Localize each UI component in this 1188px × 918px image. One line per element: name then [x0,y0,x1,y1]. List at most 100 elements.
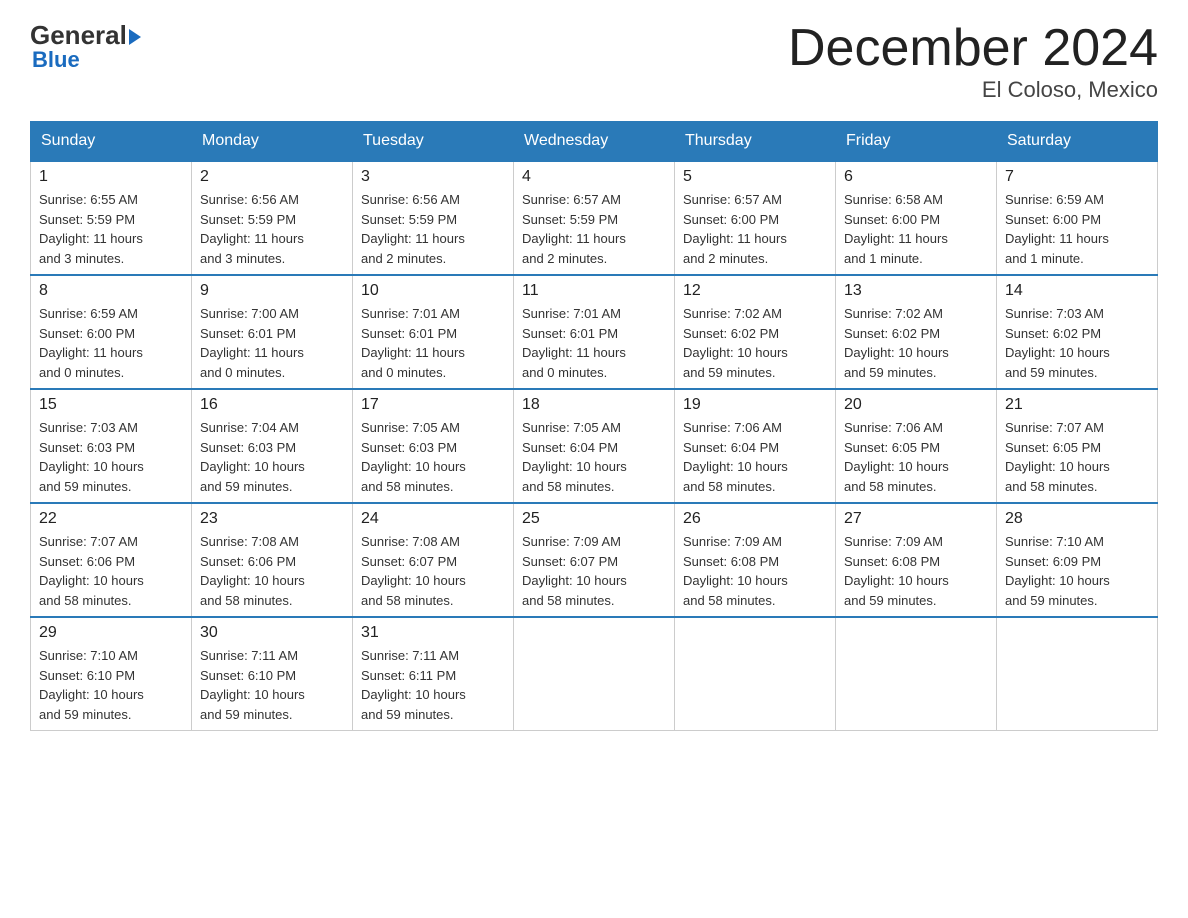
day-number: 13 [844,282,988,300]
calendar-cell [514,617,675,731]
day-info: Sunrise: 7:01 AMSunset: 6:01 PMDaylight:… [361,304,505,382]
day-number: 19 [683,396,827,414]
day-info: Sunrise: 7:09 AMSunset: 6:08 PMDaylight:… [844,532,988,610]
week-row-1: 1 Sunrise: 6:55 AMSunset: 5:59 PMDayligh… [31,161,1158,275]
page-header: General Blue December 2024 El Coloso, Me… [30,20,1158,103]
calendar-cell: 5 Sunrise: 6:57 AMSunset: 6:00 PMDayligh… [675,161,836,275]
logo-blue-text: Blue [32,47,80,73]
calendar-cell: 6 Sunrise: 6:58 AMSunset: 6:00 PMDayligh… [836,161,997,275]
calendar-cell: 24 Sunrise: 7:08 AMSunset: 6:07 PMDaylig… [353,503,514,617]
day-info: Sunrise: 7:11 AMSunset: 6:11 PMDaylight:… [361,646,505,724]
day-number: 8 [39,282,183,300]
day-info: Sunrise: 7:03 AMSunset: 6:02 PMDaylight:… [1005,304,1149,382]
calendar-cell [997,617,1158,731]
col-tuesday: Tuesday [353,122,514,162]
day-info: Sunrise: 7:09 AMSunset: 6:08 PMDaylight:… [683,532,827,610]
day-info: Sunrise: 7:07 AMSunset: 6:05 PMDaylight:… [1005,418,1149,496]
col-sunday: Sunday [31,122,192,162]
day-info: Sunrise: 7:11 AMSunset: 6:10 PMDaylight:… [200,646,344,724]
day-number: 11 [522,282,666,300]
calendar-cell: 16 Sunrise: 7:04 AMSunset: 6:03 PMDaylig… [192,389,353,503]
calendar-cell: 12 Sunrise: 7:02 AMSunset: 6:02 PMDaylig… [675,275,836,389]
day-number: 18 [522,396,666,414]
calendar-cell: 14 Sunrise: 7:03 AMSunset: 6:02 PMDaylig… [997,275,1158,389]
day-number: 22 [39,510,183,528]
col-wednesday: Wednesday [514,122,675,162]
day-info: Sunrise: 7:08 AMSunset: 6:07 PMDaylight:… [361,532,505,610]
calendar-cell: 29 Sunrise: 7:10 AMSunset: 6:10 PMDaylig… [31,617,192,731]
day-info: Sunrise: 7:02 AMSunset: 6:02 PMDaylight:… [683,304,827,382]
day-number: 30 [200,624,344,642]
day-number: 14 [1005,282,1149,300]
day-number: 26 [683,510,827,528]
day-number: 25 [522,510,666,528]
calendar-cell: 23 Sunrise: 7:08 AMSunset: 6:06 PMDaylig… [192,503,353,617]
day-info: Sunrise: 7:08 AMSunset: 6:06 PMDaylight:… [200,532,344,610]
title-block: December 2024 El Coloso, Mexico [788,20,1158,103]
day-info: Sunrise: 7:09 AMSunset: 6:07 PMDaylight:… [522,532,666,610]
day-info: Sunrise: 7:10 AMSunset: 6:10 PMDaylight:… [39,646,183,724]
page-title: December 2024 [788,20,1158,77]
day-number: 6 [844,168,988,186]
calendar-cell: 28 Sunrise: 7:10 AMSunset: 6:09 PMDaylig… [997,503,1158,617]
day-info: Sunrise: 7:02 AMSunset: 6:02 PMDaylight:… [844,304,988,382]
day-number: 21 [1005,396,1149,414]
calendar-cell: 15 Sunrise: 7:03 AMSunset: 6:03 PMDaylig… [31,389,192,503]
calendar-cell: 25 Sunrise: 7:09 AMSunset: 6:07 PMDaylig… [514,503,675,617]
day-info: Sunrise: 7:05 AMSunset: 6:03 PMDaylight:… [361,418,505,496]
day-number: 31 [361,624,505,642]
page-subtitle: El Coloso, Mexico [788,77,1158,103]
calendar-cell: 10 Sunrise: 7:01 AMSunset: 6:01 PMDaylig… [353,275,514,389]
calendar-cell: 17 Sunrise: 7:05 AMSunset: 6:03 PMDaylig… [353,389,514,503]
day-number: 9 [200,282,344,300]
calendar-table: Sunday Monday Tuesday Wednesday Thursday… [30,121,1158,731]
day-info: Sunrise: 6:58 AMSunset: 6:00 PMDaylight:… [844,190,988,268]
week-row-3: 15 Sunrise: 7:03 AMSunset: 6:03 PMDaylig… [31,389,1158,503]
day-info: Sunrise: 7:10 AMSunset: 6:09 PMDaylight:… [1005,532,1149,610]
day-number: 24 [361,510,505,528]
day-number: 28 [1005,510,1149,528]
day-number: 29 [39,624,183,642]
day-number: 1 [39,168,183,186]
calendar-cell: 26 Sunrise: 7:09 AMSunset: 6:08 PMDaylig… [675,503,836,617]
day-number: 17 [361,396,505,414]
calendar-cell: 19 Sunrise: 7:06 AMSunset: 6:04 PMDaylig… [675,389,836,503]
day-info: Sunrise: 7:06 AMSunset: 6:05 PMDaylight:… [844,418,988,496]
week-row-4: 22 Sunrise: 7:07 AMSunset: 6:06 PMDaylig… [31,503,1158,617]
day-number: 12 [683,282,827,300]
calendar-cell [836,617,997,731]
calendar-cell: 22 Sunrise: 7:07 AMSunset: 6:06 PMDaylig… [31,503,192,617]
day-info: Sunrise: 6:55 AMSunset: 5:59 PMDaylight:… [39,190,183,268]
day-number: 20 [844,396,988,414]
day-info: Sunrise: 6:57 AMSunset: 6:00 PMDaylight:… [683,190,827,268]
logo: General Blue [30,20,141,73]
day-info: Sunrise: 6:57 AMSunset: 5:59 PMDaylight:… [522,190,666,268]
calendar-cell: 20 Sunrise: 7:06 AMSunset: 6:05 PMDaylig… [836,389,997,503]
day-number: 16 [200,396,344,414]
day-info: Sunrise: 7:07 AMSunset: 6:06 PMDaylight:… [39,532,183,610]
col-monday: Monday [192,122,353,162]
day-number: 4 [522,168,666,186]
calendar-cell: 2 Sunrise: 6:56 AMSunset: 5:59 PMDayligh… [192,161,353,275]
col-saturday: Saturday [997,122,1158,162]
calendar-cell: 30 Sunrise: 7:11 AMSunset: 6:10 PMDaylig… [192,617,353,731]
day-info: Sunrise: 7:01 AMSunset: 6:01 PMDaylight:… [522,304,666,382]
calendar-cell: 27 Sunrise: 7:09 AMSunset: 6:08 PMDaylig… [836,503,997,617]
calendar-cell: 31 Sunrise: 7:11 AMSunset: 6:11 PMDaylig… [353,617,514,731]
day-number: 5 [683,168,827,186]
day-info: Sunrise: 7:06 AMSunset: 6:04 PMDaylight:… [683,418,827,496]
day-info: Sunrise: 7:00 AMSunset: 6:01 PMDaylight:… [200,304,344,382]
calendar-cell: 13 Sunrise: 7:02 AMSunset: 6:02 PMDaylig… [836,275,997,389]
day-info: Sunrise: 7:05 AMSunset: 6:04 PMDaylight:… [522,418,666,496]
day-number: 2 [200,168,344,186]
day-info: Sunrise: 6:56 AMSunset: 5:59 PMDaylight:… [361,190,505,268]
day-info: Sunrise: 7:04 AMSunset: 6:03 PMDaylight:… [200,418,344,496]
calendar-cell: 7 Sunrise: 6:59 AMSunset: 6:00 PMDayligh… [997,161,1158,275]
day-info: Sunrise: 6:59 AMSunset: 6:00 PMDaylight:… [39,304,183,382]
calendar-cell: 8 Sunrise: 6:59 AMSunset: 6:00 PMDayligh… [31,275,192,389]
calendar-cell: 11 Sunrise: 7:01 AMSunset: 6:01 PMDaylig… [514,275,675,389]
day-number: 7 [1005,168,1149,186]
calendar-cell: 4 Sunrise: 6:57 AMSunset: 5:59 PMDayligh… [514,161,675,275]
calendar-cell: 1 Sunrise: 6:55 AMSunset: 5:59 PMDayligh… [31,161,192,275]
day-number: 23 [200,510,344,528]
